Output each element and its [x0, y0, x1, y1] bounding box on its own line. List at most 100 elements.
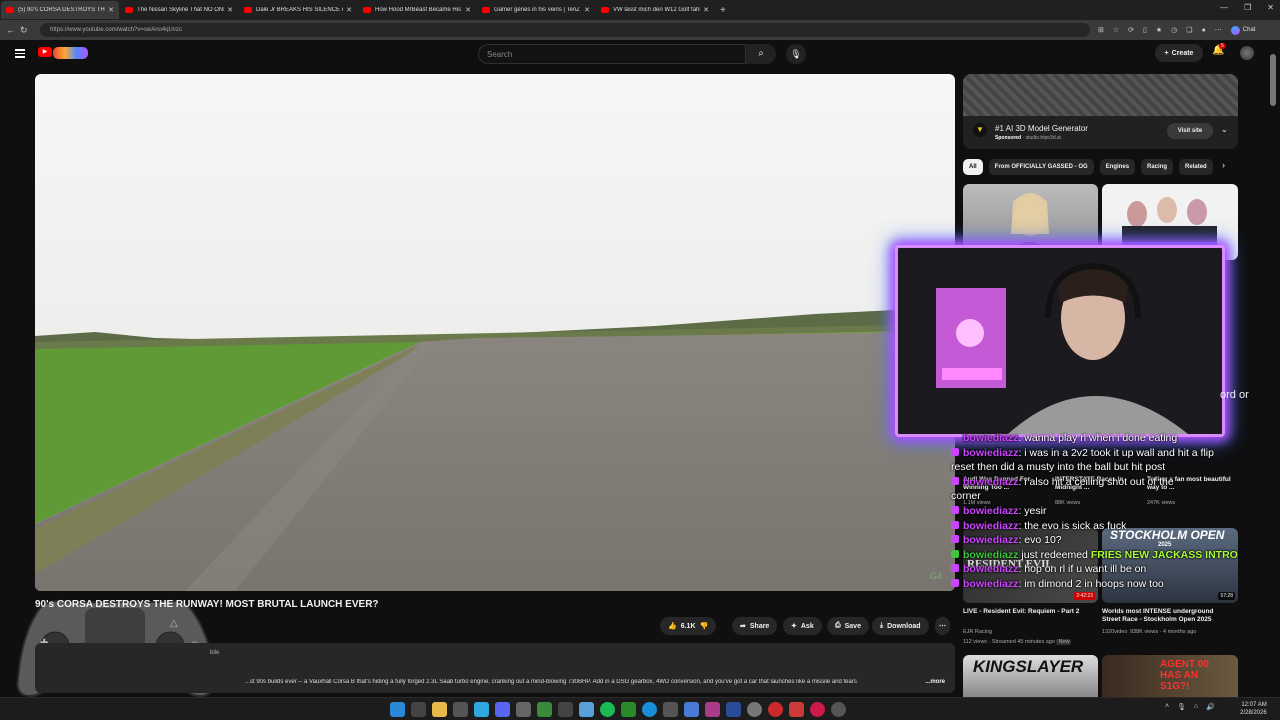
discord-icon[interactable] — [495, 702, 510, 717]
menu-hamburger-icon[interactable] — [15, 47, 25, 60]
description-box[interactable]: bile ...st 90s builds ever -- a Vauxhall… — [35, 643, 955, 693]
volume-icon[interactable]: 🔊 — [1206, 703, 1215, 711]
edge-icon[interactable] — [642, 702, 657, 717]
app-icon[interactable] — [516, 702, 531, 717]
chip-from-channel[interactable]: From OFFICIALLY GASSED - OG — [988, 159, 1094, 175]
show-more-link[interactable]: ...more — [925, 679, 945, 685]
microphone-icon[interactable]: 🎙 — [786, 44, 806, 64]
collections-icon[interactable]: ❏ — [1186, 26, 1192, 34]
refresh-page-icon[interactable]: ⟳ — [1128, 26, 1134, 34]
chevron-right-icon[interactable]: › — [1222, 160, 1225, 170]
app-icon[interactable] — [684, 702, 699, 717]
chat-message: bowiediazz: evo 10? — [951, 533, 1261, 548]
app-icon[interactable] — [726, 702, 741, 717]
close-tab-icon[interactable]: ✕ — [227, 6, 233, 14]
recommendation-thumbnail[interactable]: KINGSLAYER — [963, 655, 1098, 697]
chip-all[interactable]: All — [963, 159, 983, 175]
recommendation-channel[interactable]: EJR Racing — [963, 629, 992, 635]
ask-button[interactable]: ✦ Ask — [783, 617, 822, 635]
recommendation-channel[interactable]: 1320video — [1102, 629, 1127, 635]
network-icon[interactable]: ⌂ — [1194, 703, 1198, 711]
search-icon[interactable]: ⌕ — [746, 44, 776, 64]
app-icon[interactable] — [747, 702, 762, 717]
browser-tab[interactable]: The Nissan Skyline That NO ONE K ✕ — [120, 1, 238, 19]
taskbar-clock[interactable]: 12:07 AM 2/28/2026 — [1240, 701, 1267, 717]
copilot-chat-button[interactable]: Chat — [1230, 25, 1255, 35]
history-icon[interactable]: ◷ — [1171, 26, 1177, 34]
app-icon[interactable] — [537, 702, 552, 717]
app-icon[interactable] — [579, 702, 594, 717]
app-icon[interactable] — [621, 702, 636, 717]
account-avatar[interactable] — [1240, 46, 1254, 60]
share-button[interactable]: ➦ Share — [732, 617, 778, 635]
app-icon[interactable] — [768, 702, 783, 717]
chip-engines[interactable]: Engines — [1099, 159, 1136, 175]
browser-tab[interactable]: Gamer genes in his veins | TenZ #s ✕ — [477, 1, 595, 19]
chevron-down-icon[interactable]: ⌄ — [1221, 125, 1228, 134]
spotify-icon[interactable] — [600, 702, 615, 717]
browser-tab[interactable]: Dale Jr BREAKS HIS SILENCE on Cl✕ — [239, 1, 357, 19]
chat-username: bowiediazz — [963, 548, 1019, 561]
app-icon[interactable] — [705, 702, 720, 717]
search-taskbar-icon[interactable] — [411, 702, 426, 717]
recommendation-title[interactable]: Worlds most INTENSE underground Street R… — [1102, 608, 1232, 624]
tab-title: Gamer genes in his veins | TenZ #s — [494, 7, 582, 13]
close-tab-icon[interactable]: ✕ — [108, 6, 114, 14]
new-tab-icon[interactable]: + — [720, 5, 726, 16]
app-icon[interactable] — [558, 702, 573, 717]
more-options-icon[interactable]: ⋯ — [1215, 26, 1222, 34]
close-tab-icon[interactable]: ✕ — [465, 6, 471, 14]
notifications-bell-icon[interactable]: 🔔 5 — [1212, 43, 1226, 56]
create-button[interactable]: + Create — [1155, 44, 1203, 62]
save-button[interactable]: ⎙ Save — [827, 617, 869, 635]
file-explorer-icon[interactable] — [432, 702, 447, 717]
video-player[interactable]: G4 — [35, 74, 955, 591]
microphone-tray-icon[interactable]: 🎙 — [1177, 703, 1186, 711]
close-tab-icon[interactable]: ✕ — [584, 6, 590, 14]
download-label: Download — [887, 622, 921, 630]
chat-username: bowiediazz — [963, 446, 1019, 459]
browser-tab[interactable]: (5) 90's CORSA DESTROYS TH ✕ — [1, 1, 119, 19]
youtube-favicon-icon — [363, 7, 371, 13]
scrollbar-thumb[interactable] — [1270, 54, 1276, 106]
refresh-icon[interactable]: ↻ — [20, 25, 34, 36]
app-icon[interactable] — [831, 702, 846, 717]
recommendation-title[interactable]: LIVE - Resident Evil: Requiem - Part 2 — [963, 608, 1093, 616]
app-icon[interactable] — [474, 702, 489, 717]
recommendation-thumbnail[interactable]: AGENT 00 HAS AN S1G?! — [1102, 655, 1238, 697]
profile-icon[interactable]: ● — [1202, 27, 1206, 34]
chat-message: bowiediazz: yesir — [951, 504, 1261, 519]
split-screen-icon[interactable]: ▯ — [1143, 26, 1147, 34]
app-icon[interactable] — [453, 702, 468, 717]
thumbs-down-icon[interactable]: 👎 — [700, 622, 709, 630]
more-actions-icon[interactable]: ⋯ — [935, 617, 950, 635]
tray-chevron-icon[interactable]: ˄ — [1165, 703, 1169, 711]
maximize-icon[interactable]: ❐ — [1244, 3, 1251, 12]
chat-message: bowiediazz: hop on rl if u want ill be o… — [951, 562, 1261, 577]
close-tab-icon[interactable]: ✕ — [703, 6, 709, 14]
app-icon[interactable] — [810, 702, 825, 717]
start-icon[interactable] — [390, 702, 405, 717]
browser-tab[interactable]: How Hood MrBeast Became His M ✕ — [358, 1, 476, 19]
sponsored-ad-card[interactable]: ▼ #1 AI 3D Model Generator Sponsored · s… — [963, 74, 1238, 149]
visit-site-button[interactable]: Visit site — [1167, 123, 1213, 139]
chip-racing[interactable]: Racing — [1141, 159, 1174, 175]
app-icon[interactable] — [663, 702, 678, 717]
youtube-doodle-logo[interactable]: ▶ — [38, 47, 88, 59]
minimize-icon[interactable]: — — [1220, 3, 1228, 12]
app-icon[interactable] — [789, 702, 804, 717]
download-button[interactable]: ⤓ Download — [872, 617, 929, 635]
chip-related[interactable]: Related — [1179, 159, 1213, 175]
close-tab-icon[interactable]: ✕ — [346, 6, 352, 14]
browser-tab[interactable]: VW lässt mich den W12 Golf fahre ✕ — [596, 1, 714, 19]
favorites-icon[interactable]: ★ — [1156, 26, 1162, 34]
extension-icon[interactable]: ⊞ — [1098, 26, 1104, 34]
back-icon[interactable]: ← — [6, 25, 20, 35]
favorite-star-icon[interactable]: ☆ — [1113, 26, 1119, 34]
url-input[interactable]: https://www.youtube.com/watch?v=swAno4qU… — [40, 23, 1090, 37]
like-button[interactable]: 👍 6.1K 👎 — [660, 617, 717, 635]
search-input[interactable]: Search — [478, 44, 746, 64]
copilot-icon — [1230, 25, 1240, 35]
close-window-icon[interactable]: ✕ — [1267, 3, 1274, 12]
page-scrollbar[interactable] — [1270, 48, 1276, 688]
